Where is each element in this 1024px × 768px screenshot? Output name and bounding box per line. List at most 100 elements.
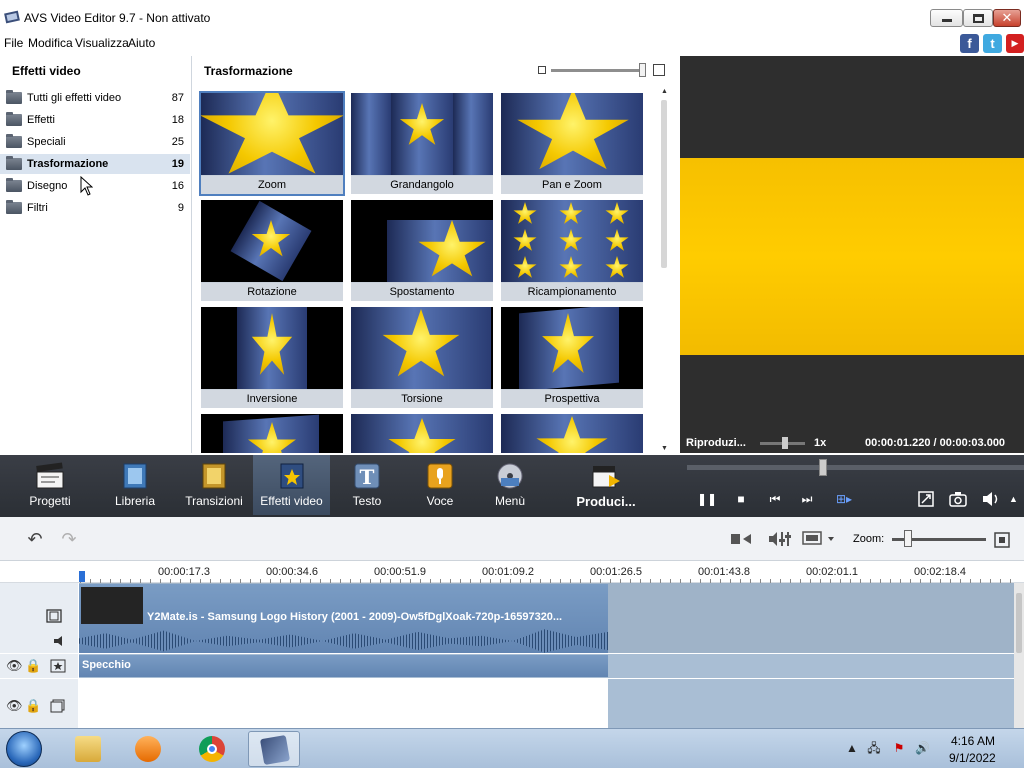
maximize-icon (973, 14, 984, 23)
overlay-track-header: 👁 🔒 (0, 679, 78, 728)
storyboard-view-icon[interactable] (802, 531, 838, 547)
menu-modifica[interactable]: Modifica (28, 36, 73, 50)
tool-label: Progetti (29, 494, 71, 508)
taskbar-avs-video-editor[interactable] (248, 731, 300, 767)
close-button[interactable]: ✕ (993, 9, 1021, 27)
timeline-vertical-scrollbar[interactable] (1014, 583, 1024, 728)
action-center-icon[interactable]: ⚑ (892, 741, 906, 755)
effect-thumb-pan-e-zoom[interactable]: Pan e Zoom (501, 93, 643, 194)
category-label: Trasformazione (27, 158, 109, 170)
next-frame-button[interactable]: ⏭ (799, 491, 815, 507)
menu-visualizza[interactable]: Visualizza (75, 36, 129, 50)
timeline-playhead[interactable] (79, 571, 85, 582)
category-effetti[interactable]: Effetti 18 (0, 110, 190, 130)
menu-file[interactable]: File (4, 36, 23, 50)
volume-icon[interactable] (982, 491, 1002, 507)
effect-clip[interactable]: Specchio (79, 655, 608, 677)
overlay-track[interactable] (79, 679, 1014, 728)
undo-icon[interactable]: ↶ (22, 530, 48, 548)
effect-thumb-zoom[interactable]: Zoom (199, 91, 345, 196)
category-filtri[interactable]: Filtri 9 (0, 198, 190, 218)
snapshot-camera-icon[interactable] (949, 491, 967, 507)
category-speciali[interactable]: Speciali 25 (0, 132, 190, 152)
category-all-effects[interactable]: Tutti gli effetti video 87 (0, 88, 190, 108)
tool-transizioni[interactable]: Transizioni (182, 455, 246, 515)
effect-preview-image (201, 307, 343, 389)
effect-thumb-inversione[interactable]: Inversione (201, 307, 343, 408)
taskbar-clock-date[interactable]: 9/1/2022 (949, 751, 996, 765)
taskbar-chrome[interactable] (186, 731, 238, 767)
scroll-up-icon[interactable]: ▲ (660, 88, 669, 96)
text-icon: T (354, 463, 380, 489)
overlay-track-icon (50, 699, 65, 713)
playback-speed-slider-thumb[interactable] (782, 437, 788, 449)
effect-thumb-ricampionamento[interactable]: Ricampionamento (501, 200, 643, 301)
timeline-ruler[interactable]: 00:00:17.3 00:00:34.6 00:00:51.9 00:01:0… (0, 561, 1024, 583)
effect-track[interactable]: Specchio (79, 654, 1014, 678)
redo-icon[interactable]: ↷ (56, 530, 82, 548)
network-icon[interactable]: 🖧 (867, 741, 881, 755)
effect-thumb-rotazione[interactable]: Rotazione (201, 200, 343, 301)
scroll-down-icon[interactable]: ▼ (660, 445, 669, 453)
stop-button[interactable]: ■ (733, 491, 749, 507)
lock-icon[interactable]: 🔒 (25, 699, 41, 713)
category-trasformazione[interactable]: Trasformazione 19 (0, 154, 190, 174)
seek-bar-thumb[interactable] (819, 459, 827, 476)
pause-button[interactable]: ❚❚ (697, 491, 717, 507)
minimize-button[interactable] (930, 9, 963, 27)
effect-thumb-row4-1[interactable] (201, 414, 343, 453)
thumbnail-small-icon[interactable] (538, 66, 546, 74)
visibility-eye-icon[interactable]: 👁 (6, 659, 23, 673)
tool-testo[interactable]: T Testo (340, 455, 394, 515)
taskbar-media-player[interactable] (122, 731, 174, 767)
twitter-icon[interactable]: t (983, 34, 1002, 53)
youtube-icon[interactable]: ▶ (1006, 34, 1024, 53)
category-label: Filtri (27, 202, 48, 214)
effect-thumb-row4-3[interactable] (501, 414, 643, 453)
fullscreen-icon[interactable] (918, 491, 934, 507)
effect-thumb-grandangolo[interactable]: Grandangolo (351, 93, 493, 194)
fit-timeline-icon[interactable] (994, 532, 1010, 548)
previous-frame-button[interactable]: ⏮ (767, 491, 783, 507)
show-hidden-icons[interactable]: ▲ (845, 741, 859, 755)
audio-track-speaker-icon[interactable] (52, 634, 68, 648)
window-title: AVS Video Editor 9.7 - Non attivato (24, 11, 211, 25)
video-track[interactable]: Y2Mate.is - Samsung Logo History (2001 -… (79, 583, 1014, 653)
thumbnail-large-icon[interactable] (653, 64, 665, 76)
visibility-eye-icon[interactable]: 👁 (6, 699, 23, 713)
produce-clapper-icon (592, 466, 620, 488)
preview-seek-bar[interactable] (687, 459, 1024, 476)
timeline-zoom-slider-thumb[interactable] (904, 530, 912, 547)
scrollbar-thumb[interactable] (661, 100, 667, 268)
audio-mixer-icon[interactable] (768, 530, 794, 548)
tool-progetti[interactable]: Progetti (20, 455, 80, 515)
tool-libreria[interactable]: Libreria (104, 455, 166, 515)
start-button[interactable] (6, 731, 42, 767)
speaker-icon[interactable]: 🔊 (915, 741, 930, 755)
volume-expand-icon[interactable]: ▲ (1009, 493, 1021, 505)
tool-menu[interactable]: Menù (486, 455, 534, 515)
video-clip[interactable]: Y2Mate.is - Samsung Logo History (2001 -… (79, 584, 608, 653)
scrollbar-thumb[interactable] (1016, 593, 1022, 653)
effects-grid-scrollbar[interactable]: ▲ ▼ (660, 88, 669, 453)
mark-button[interactable]: ⊞▸ (833, 491, 855, 507)
split-clip-icon[interactable] (730, 532, 754, 546)
category-disegno[interactable]: Disegno 16 (0, 176, 190, 196)
facebook-icon[interactable]: f (960, 34, 979, 53)
lock-icon[interactable]: 🔒 (25, 659, 41, 673)
maximize-button[interactable] (963, 9, 993, 27)
effect-thumb-row4-2[interactable] (351, 414, 493, 453)
tool-voce[interactable]: Voce (414, 455, 466, 515)
category-label: Effetti (27, 114, 55, 126)
taskbar-clock-time[interactable]: 4:16 AM (951, 734, 995, 748)
playback-mode-label[interactable]: Riproduzi... (686, 437, 746, 449)
taskbar-explorer[interactable] (62, 731, 114, 767)
thumbnail-size-slider-thumb[interactable] (639, 63, 646, 77)
tool-effetti-video[interactable]: Effetti video (253, 455, 330, 515)
thumbnail-size-slider[interactable] (551, 69, 646, 72)
effect-thumb-prospettiva[interactable]: Prospettiva (501, 307, 643, 408)
tool-produci[interactable]: Produci... (571, 455, 641, 515)
effect-thumb-torsione[interactable]: Torsione (351, 307, 493, 408)
menu-aiuto[interactable]: Aiuto (128, 36, 155, 50)
effect-thumb-spostamento[interactable]: Spostamento (351, 200, 493, 301)
